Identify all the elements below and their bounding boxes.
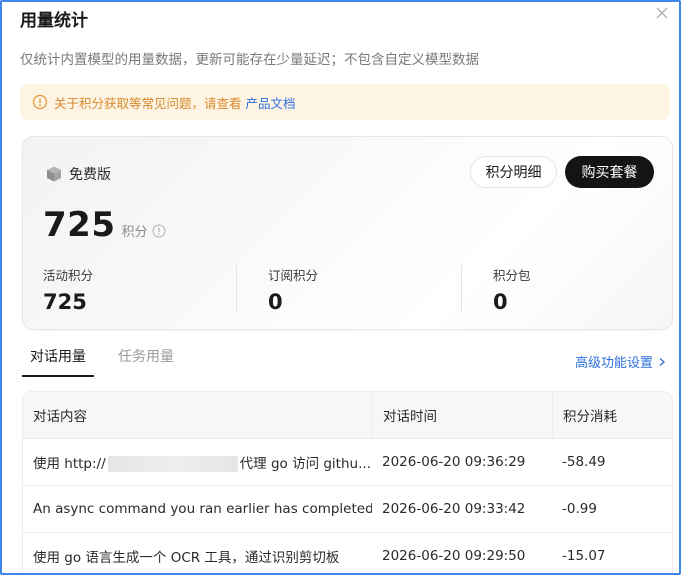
tab-chat-usage[interactable]: 对话用量 (22, 346, 94, 377)
row-content: 使用 http:// 代理 go 访问 githu... (23, 452, 372, 472)
advanced-settings-label: 高级功能设置 (574, 356, 653, 371)
stat-label: 积分包 (493, 268, 531, 283)
usage-table: 对话内容 对话时间 积分消耗 使用 http:// 代理 go 访问 githu.… (22, 391, 673, 573)
total-credits: 725 积分 (43, 205, 166, 245)
row-time: 2026-06-20 09:36:29 (382, 454, 526, 470)
stat-label: 活动积分 (43, 268, 94, 283)
stat-value: 725 (43, 290, 87, 314)
row-content: An async command you ran earlier has com… (33, 501, 372, 517)
dialog-title: 用量统计 (20, 11, 88, 31)
row-time: 2026-06-20 09:33:42 (382, 501, 526, 517)
stat-label: 订阅积分 (268, 268, 319, 283)
row-content: 使用 go 语言生成一个 OCR 工具，通过识别剪切板 (33, 550, 340, 566)
usage-tabs: 对话用量 任务用量 (22, 346, 198, 377)
plan-card: 免费版 积分明细 购买套餐 725 积分 活动积分 725 订阅积分 0 积分包… (22, 136, 673, 330)
column-header: 对话内容 (33, 409, 87, 425)
notice-text: 关于积分获取等常见问题，请查看 (54, 95, 242, 111)
stat-value: 0 (268, 290, 283, 314)
stat-activity-credits: 活动积分 725 (43, 265, 93, 314)
table-row[interactable]: 使用 http:// 代理 go 访问 githu... 2026-06-20 0… (23, 439, 672, 486)
help-icon[interactable] (152, 224, 166, 238)
row-cost: -15.07 (562, 548, 606, 564)
content-prefix: 使用 http:// (33, 456, 106, 472)
notice-banner: 关于积分获取等常见问题，请查看 产品文档 (20, 84, 670, 120)
stat-value: 0 (493, 290, 508, 314)
table-row[interactable]: 使用 go 语言生成一个 OCR 工具，通过识别剪切板 2026-06-20 0… (23, 533, 672, 573)
advanced-settings-link[interactable]: 高级功能设置 (575, 352, 667, 371)
row-time: 2026-06-20 09:29:50 (382, 548, 526, 564)
credits-unit: 积分 (121, 225, 148, 240)
plan-name: 免费版 (69, 167, 111, 183)
info-icon (32, 94, 48, 110)
redacted-block (107, 456, 238, 472)
column-header: 积分消耗 (552, 392, 672, 438)
credit-details-button[interactable]: 积分明细 (470, 156, 557, 188)
table-row[interactable]: An async command you ran earlier has com… (23, 486, 672, 533)
row-cost: -58.49 (562, 454, 606, 470)
stat-credit-pack: 积分包 0 (493, 265, 531, 314)
table-header: 对话内容 对话时间 积分消耗 (23, 392, 672, 439)
row-cost: -0.99 (562, 501, 597, 517)
divider (236, 265, 237, 313)
plan-header: 免费版 (45, 164, 111, 184)
chevron-right-icon (657, 357, 667, 367)
product-docs-link[interactable]: 产品文档 (246, 93, 296, 112)
divider (461, 265, 462, 313)
credits-value: 725 (43, 205, 116, 245)
tab-task-usage[interactable]: 任务用量 (118, 346, 174, 377)
stat-subscription-credits: 订阅积分 0 (268, 265, 318, 314)
usage-dialog: 用量统计 仅统计内置模型的用量数据，更新可能存在少量延迟；不包含自定义模型数据 … (0, 0, 681, 575)
buy-plan-button[interactable]: 购买套餐 (565, 156, 654, 188)
content-suffix: 代理 go 访问 githu... (239, 456, 371, 472)
column-header: 对话时间 (372, 392, 552, 438)
cube-icon (45, 165, 63, 183)
dialog-subtitle: 仅统计内置模型的用量数据，更新可能存在少量延迟；不包含自定义模型数据 (20, 52, 479, 68)
close-icon[interactable] (653, 4, 671, 22)
